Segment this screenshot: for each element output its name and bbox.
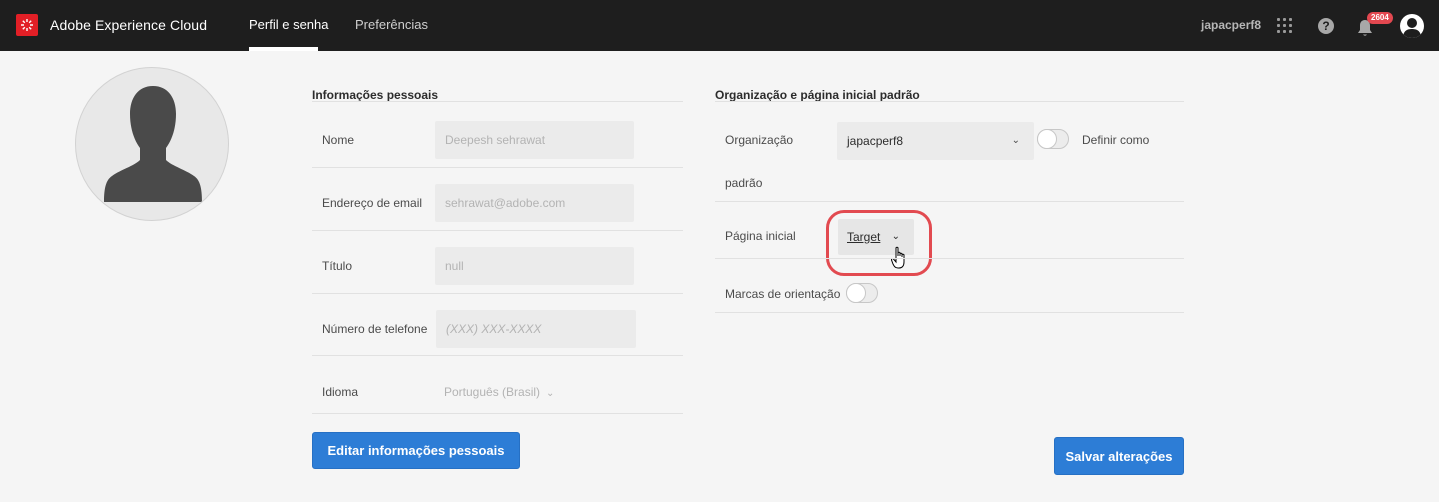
apps-grid-icon[interactable] xyxy=(1277,18,1293,34)
set-default-label: Definir como xyxy=(1082,133,1150,147)
chevron-down-icon: ⌄ xyxy=(1011,135,1020,146)
divider xyxy=(715,201,1184,202)
organization-label: Organização xyxy=(725,133,794,147)
phone-field[interactable]: (XXX) XXX-XXXX xyxy=(436,310,636,348)
divider xyxy=(312,355,683,356)
active-tab-indicator xyxy=(249,47,318,51)
name-field[interactable]: Deepesh sehrawat xyxy=(435,121,634,159)
set-default-toggle[interactable] xyxy=(1037,129,1069,149)
notification-badge: 2604 xyxy=(1367,12,1393,24)
tab-perfil-e-senha[interactable]: Perfil e senha xyxy=(249,17,329,32)
language-value: Português (Brasil) xyxy=(444,385,541,399)
edit-personal-info-button[interactable]: Editar informações pessoais xyxy=(312,432,520,469)
divider xyxy=(715,101,1184,102)
org-switcher[interactable]: japacperf8 xyxy=(1201,18,1261,32)
personal-info-heading: Informações pessoais xyxy=(312,88,439,102)
organization-heading: Organização e página inicial padrão xyxy=(715,88,920,102)
divider xyxy=(312,101,683,102)
hand-cursor-icon xyxy=(890,246,909,275)
organization-value: japacperf8 xyxy=(847,134,904,148)
avatar[interactable] xyxy=(75,67,229,221)
language-label: Idioma xyxy=(322,385,359,399)
language-select[interactable]: Português (Brasil) ⌄ xyxy=(444,385,554,399)
chevron-down-icon: ⌄ xyxy=(546,388,555,399)
divider xyxy=(312,167,683,168)
toggle-knob xyxy=(1037,129,1057,149)
divider xyxy=(312,293,683,294)
top-navigation-bar: Adobe Experience Cloud Perfil e senha Pr… xyxy=(0,0,1439,51)
save-changes-button[interactable]: Salvar alterações xyxy=(1054,437,1184,475)
guides-label: Marcas de orientação xyxy=(725,287,841,301)
divider xyxy=(715,312,1184,313)
title-label: Título xyxy=(322,259,353,273)
toggle-knob xyxy=(846,283,866,303)
highlight-annotation xyxy=(826,210,932,276)
title-field[interactable]: null xyxy=(435,247,634,285)
organization-select[interactable]: japacperf8 ⌄ xyxy=(837,122,1034,160)
divider xyxy=(715,258,1184,259)
app-title: Adobe Experience Cloud xyxy=(50,17,208,33)
help-icon[interactable]: ? xyxy=(1318,18,1334,34)
name-label: Nome xyxy=(322,133,355,147)
tab-preferencias[interactable]: Preferências xyxy=(355,17,428,32)
guides-toggle[interactable] xyxy=(846,283,878,303)
email-field[interactable]: sehrawat@adobe.com xyxy=(435,184,634,222)
phone-label: Número de telefone xyxy=(322,322,428,336)
email-label: Endereço de email xyxy=(322,196,423,210)
user-profile-icon[interactable] xyxy=(1400,14,1424,38)
home-page-label: Página inicial xyxy=(725,229,796,243)
adobe-logo-icon[interactable] xyxy=(16,14,38,36)
divider xyxy=(312,230,683,231)
set-default-label-cont: padrão xyxy=(725,176,763,190)
divider xyxy=(312,413,683,414)
